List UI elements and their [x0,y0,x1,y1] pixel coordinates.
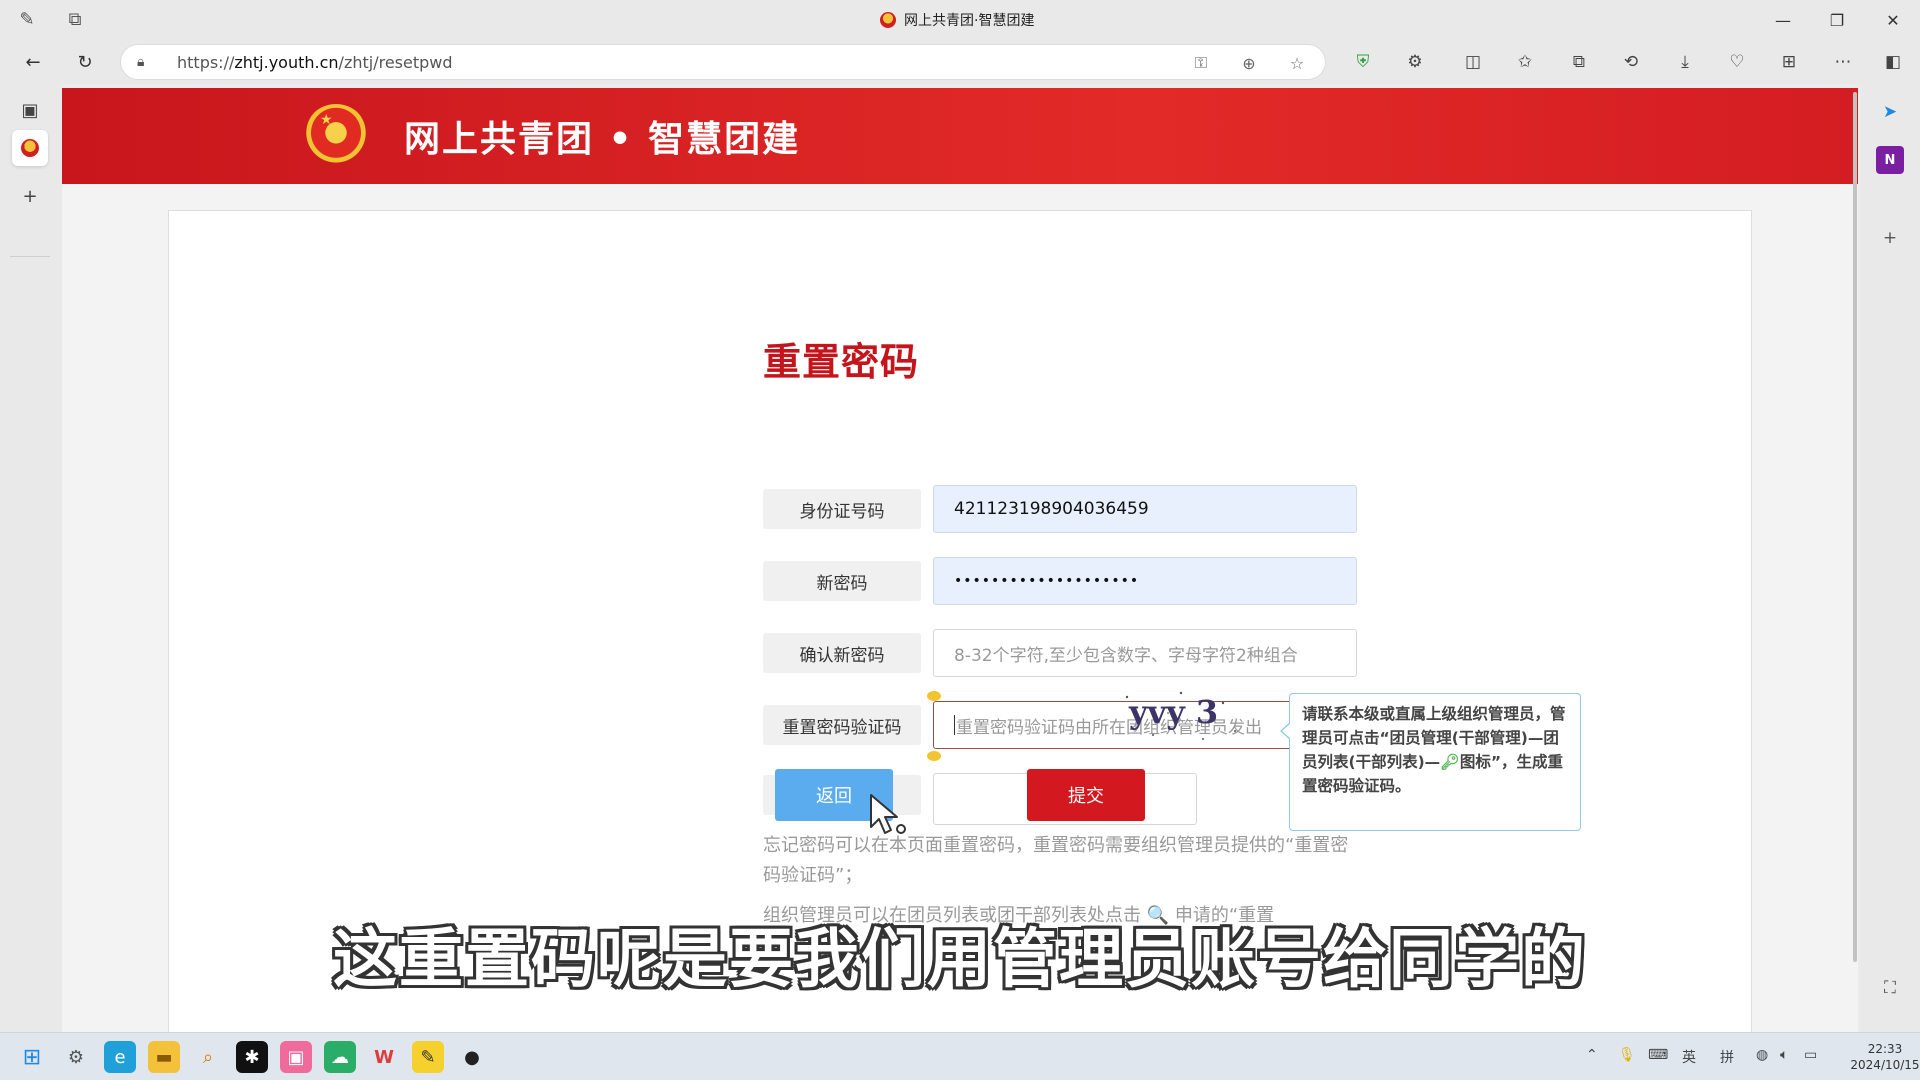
restore-button[interactable]: ❐ [1810,0,1864,40]
volume-icon[interactable]: 🔈︎ [1780,1047,1788,1063]
page-title: 重置密码 [763,340,920,384]
key-icon[interactable]: ⚿ [1189,51,1213,75]
add-sidebar-app-icon[interactable]: + [1876,224,1904,252]
vertical-tab-strip: ▣ + [0,84,62,1032]
reset-code-label: 重置密码验证码 [763,705,921,745]
clock-time: 22:33 [1867,1042,1903,1056]
settings-gear-icon[interactable]: ⚙ [60,1041,92,1073]
microphone-icon[interactable]: 🎙︎ [1618,1047,1636,1063]
ime-mode[interactable]: 拼 [1720,1047,1734,1067]
performance-icon[interactable]: ♡ [1722,48,1752,76]
favorite-star-icon[interactable]: ☆ [1285,51,1309,75]
site-favicon-icon [21,139,39,157]
taskbar: ⊞ ⚙ e ▬ ⌕ ✱ ▣ ☁ W ✎ ● ⌃ 🎙︎ ⌨ 英 拼 ◍ 🔈︎ ▭ … [0,1032,1920,1080]
bilibili-icon[interactable]: ▣ [280,1041,312,1073]
tab-separator [10,256,50,257]
resize-handle-top[interactable] [927,691,941,701]
sidebar-toggle-icon[interactable]: ◧ [1878,48,1908,76]
window-title: 网上共青团·智慧团建 [880,0,1034,40]
key-icon: 🔑︎ [1440,753,1460,771]
confirm-password-field[interactable]: 8-32个字符,至少包含数字、字母字符2种组合 [933,629,1357,677]
browser-toolbar: ← ↻ 🔒︎ https://zhtj.youth.cn/zhtj/resetp… [0,40,1920,84]
address-bar[interactable]: 🔒︎ https://zhtj.youth.cn/zhtj/resetpwd ⚿… [120,44,1326,80]
start-icon[interactable]: ⊞ [16,1041,48,1073]
video-subtitle: 这重置码呢是要我们用管理员账号给同学的 [333,923,1587,997]
shield-icon[interactable]: ⛨ [1348,48,1378,76]
reset-code-tooltip: 请联系本级或直属上级组织管理员，管理员可点击“团员管理(干部管理)—团员列表(干… [1280,693,1581,831]
page-scrollbar[interactable] [1852,92,1858,962]
id-number-field[interactable]: 421123198904036459 [933,485,1357,533]
extensions-icon[interactable]: ⚙ [1400,48,1430,76]
clock[interactable]: 22:33 2024/10/15 [1850,1041,1920,1073]
file-explorer-icon[interactable]: ▬ [148,1041,180,1073]
mouse-cursor-icon [870,794,906,834]
history-icon[interactable]: ⟲ [1616,48,1646,76]
page-viewport: ★ 网上共青团 • 智慧团建 重置密码 身份证号码 42112319890403… [62,88,1858,1032]
submit-button[interactable]: 提交 [1027,769,1145,821]
more-menu-icon[interactable]: ⋯ [1828,48,1858,76]
onenote-icon[interactable]: N [1876,146,1904,174]
terminal-app-icon[interactable]: ✱ [236,1041,268,1073]
download-icon[interactable]: ⤓ [1670,48,1700,76]
tab-current[interactable] [12,130,48,166]
text-caret [954,715,955,735]
right-sidebar: ➤ N + ⛶ [1860,84,1920,1032]
site-header: ★ 网上共青团 • 智慧团建 [62,88,1858,184]
youth-league-logo-icon: ★ [304,104,368,168]
notes-app-icon[interactable]: ✎ [412,1041,444,1073]
refresh-icon[interactable]: ↻ [70,48,100,76]
collections-icon[interactable]: ⧉ [1564,48,1594,76]
scrollbar-thumb[interactable] [1853,92,1857,962]
workspaces-icon[interactable]: ⧉ [62,8,88,30]
tab-actions-icon[interactable]: ▣ [12,92,48,128]
site-title: 网上共青团 • 智慧团建 [404,119,801,160]
back-icon[interactable]: ← [18,48,48,76]
new-password-label: 新密码 [763,561,921,601]
ime-language[interactable]: 英 [1682,1047,1696,1067]
resize-handle-bottom[interactable] [927,751,941,761]
captcha-text: yvy 3 [1128,693,1218,731]
id-number-label: 身份证号码 [763,489,921,529]
password-mask: •••••••••••••••••••• [954,573,1140,589]
browser-title-bar: ✎ ⧉ 网上共青团·智慧团建 — ❐ ✕ [0,0,1920,40]
battery-icon[interactable]: ▭ [1804,1047,1817,1063]
clock-date: 2024/10/15 [1850,1058,1920,1072]
lock-icon[interactable]: 🔒︎ [137,54,167,70]
close-window-button[interactable]: ✕ [1866,0,1920,40]
url-text[interactable]: https://zhtj.youth.cn/zhtj/resetpwd [177,53,453,72]
new-password-field[interactable]: •••••••••••••••••••• [933,557,1357,605]
site-favicon-icon [880,12,896,28]
wps-icon[interactable]: W [368,1041,400,1073]
minimize-button[interactable]: — [1756,0,1810,40]
telegram-icon[interactable]: ➤ [1876,98,1904,126]
zoom-icon[interactable]: ⊕ [1237,51,1261,75]
split-screen-icon[interactable]: ◫ [1458,48,1488,76]
recorder-app-icon[interactable]: ● [456,1041,488,1073]
edge-browser-icon[interactable]: e [104,1041,136,1073]
window-title-text: 网上共青团·智慧团建 [904,13,1035,29]
keyboard-icon[interactable]: ⌨ [1648,1047,1668,1063]
captcha-image[interactable]: yvy 3 [1123,683,1243,743]
confirm-password-label: 确认新密码 [763,633,921,673]
wechat-icon[interactable]: ☁ [324,1041,356,1073]
tray-expand-icon[interactable]: ⌃ [1586,1047,1598,1063]
search-app-icon[interactable]: ⌕ [192,1041,224,1073]
favorites-icon[interactable]: ✩ [1510,48,1540,76]
help-paragraph-1: 忘记密码可以在本页面重置密码，重置密码需要组织管理员提供的“重置密码验证码”； [763,835,1349,886]
profile-icon[interactable]: ✎ [14,8,40,30]
new-tab-icon[interactable]: + [12,178,48,214]
apps-icon[interactable]: ⊞ [1774,48,1804,76]
network-icon[interactable]: ◍ [1756,1047,1768,1063]
